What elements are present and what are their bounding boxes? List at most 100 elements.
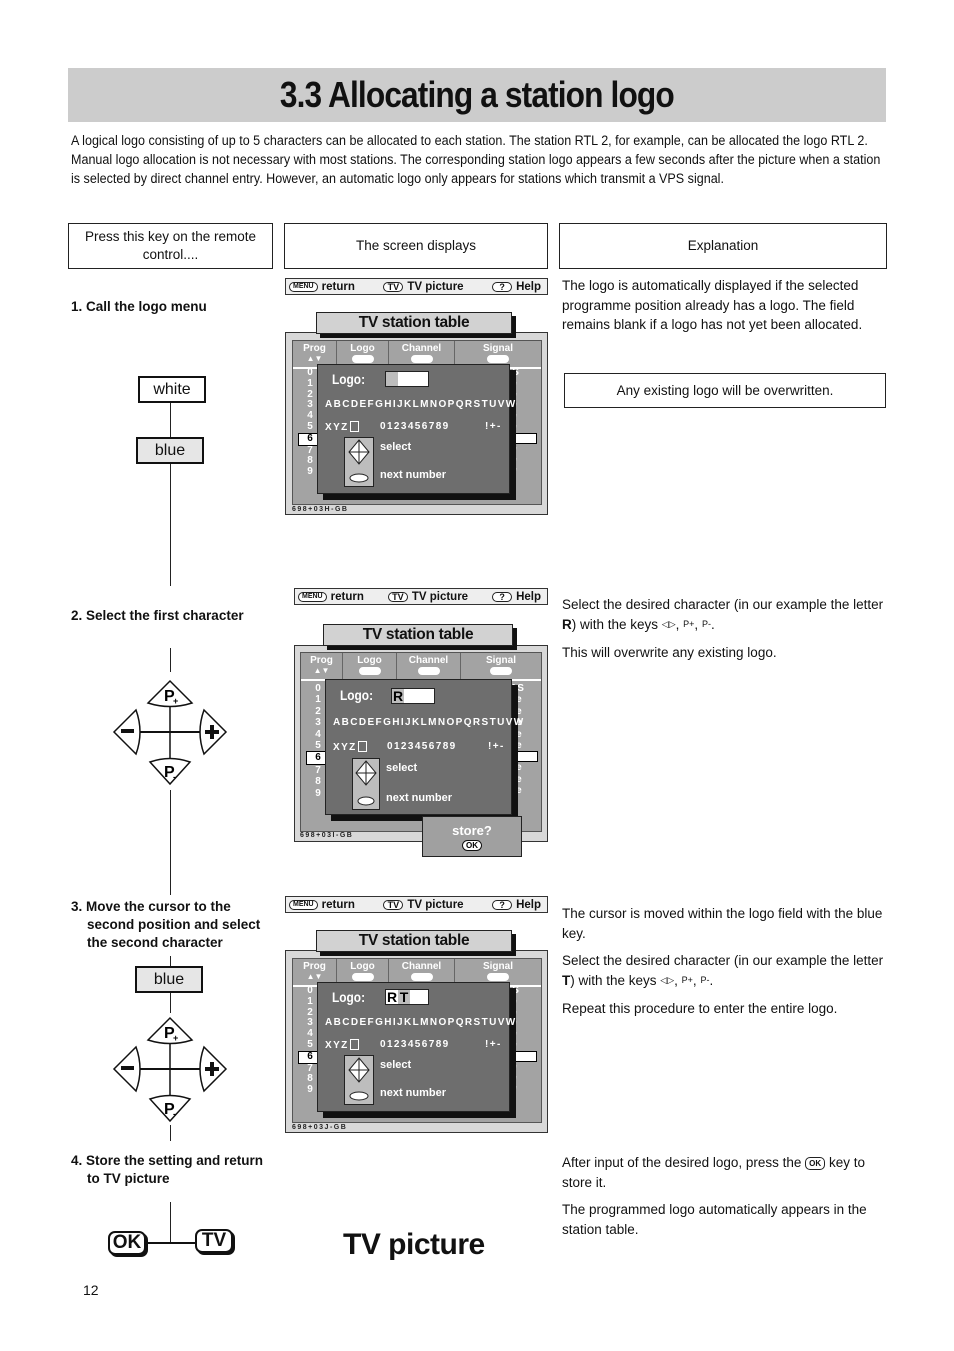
step-1-explanation-text: The logo is automatically displayed if t… [562,278,863,332]
connector-line [170,956,171,966]
step-3-title: 3. Move the cursor to the second positio… [71,898,260,952]
prog-arrows-icon: ▲▼ [306,972,323,981]
logo-label: Logo: [332,371,366,387]
alphabet-row[interactable]: ABCDEFGHIJKLMNOPQRSTUVW [325,399,517,410]
store-prompt: store? OK [422,816,522,857]
signal-key-icon [490,667,512,675]
connector-line [170,648,171,672]
help-key-icon: ? [492,281,513,292]
tv-picture-result: TV picture [343,1228,485,1261]
tv-picture-item[interactable]: TV TV picture [387,591,468,603]
digits-row[interactable]: 0123456789 [380,1039,450,1050]
help-item[interactable]: ? Help [492,281,541,293]
p-minus-key[interactable]: P- [148,757,192,786]
overwrite-text: This will overwrite any existing logo. [562,644,777,660]
logo-input-field[interactable]: R T [385,989,429,1005]
letters-xyz[interactable]: XYZ [325,422,349,433]
logo-char-rest [410,990,428,1004]
page-title-bar: 3.3 Allocating a station logo [68,68,886,122]
menu-key-icon: MENU [289,899,318,910]
page-number: 12 [83,1282,99,1298]
logo-input-field[interactable]: R [391,688,435,704]
next-number-hint: next number [386,792,453,804]
logo-char-rest [404,689,434,703]
minus-key[interactable] [112,708,141,756]
space-char-box[interactable] [349,1039,359,1050]
letters-xyz[interactable]: XYZ [333,742,357,753]
connector-line [170,1202,171,1244]
overwrite-note-box: Any existing logo will be overwritten. [564,373,886,408]
svg-text:-: - [173,772,176,782]
tv-key[interactable]: TV [195,1229,233,1253]
explanation-text: ) with the keys [571,616,659,632]
logo-label: Logo: [340,687,374,703]
station-table-title-text: TV station table [358,314,470,331]
col-channel-label: Channel [401,343,442,354]
blue-key[interactable]: blue [136,437,204,464]
signal-value: ne [510,785,522,797]
col-logo-label: Logo [357,655,382,666]
alphabet-row[interactable]: ABCDEFGHIJKLMNOPQRSTUVW [333,717,525,728]
symbols-row[interactable]: !+- [485,421,502,432]
logo-input-field[interactable] [385,371,429,387]
screen-code: 698+03I-GB [300,832,354,839]
alphabet-row[interactable]: ABCDEFGHIJKLMNOPQRSTUVW [325,1017,517,1028]
explanation-text: Select the desired character (in our exa… [562,597,884,612]
p-plus-key-icon: P+ [683,619,695,630]
column-header-explanation: Explanation [559,223,887,269]
col-signal: Signal [461,653,541,679]
help-item[interactable]: ? Help [492,899,541,911]
return-label: return [321,898,355,911]
intro-paragraph-1: A logical logo consisting of up to 5 cha… [71,133,868,148]
help-item[interactable]: ? Help [492,591,541,603]
ok-key-icon[interactable]: OK [462,840,482,851]
white-key-label: white [153,380,191,398]
digits-row[interactable]: 0123456789 [380,421,450,432]
signal-value-selected [510,751,538,763]
station-table-title-text: TV station table [362,626,474,643]
white-key[interactable]: white [138,376,206,403]
blue-key[interactable]: blue [135,966,203,993]
tv-picture-item[interactable]: TV TV picture [383,899,464,911]
signal-value: ne [510,705,522,717]
char-row-2: XYZ 0123456789 !+- [325,421,505,433]
help-key-icon: ? [492,591,513,602]
minus-key[interactable] [112,1045,141,1093]
explanation-text: ) with the keys [570,972,657,988]
plus-key[interactable] [199,708,228,756]
symbols-row[interactable]: !+- [485,1039,502,1050]
logo-key-icon [358,667,381,675]
step-4-explanation: After input of the desired logo, press t… [562,1153,884,1247]
return-item[interactable]: MENU return [289,281,355,293]
space-char-box[interactable] [349,421,359,432]
col-logo-label: Logo [350,961,375,972]
digits-row[interactable]: 0123456789 [387,741,457,752]
tv-menu-topbar: MENU return TV TV picture ? Help [294,588,548,605]
symbols-row[interactable]: !+- [488,741,505,752]
step-4-title-line: 4. Store the setting and return [71,1153,264,1168]
p-minus-key[interactable]: P- [148,1094,192,1123]
logo-char-rest [398,372,428,386]
letters-xyz[interactable]: XYZ [325,1040,349,1051]
tv-key-icon: TV [387,591,408,602]
p-plus-key[interactable]: P+ [146,1016,194,1045]
tv-picture-label: TV picture [407,280,464,293]
return-label: return [321,280,355,293]
help-label: Help [516,280,541,293]
logo-char: R [386,989,398,1005]
step-3-title-line: second position and select [87,917,261,932]
logo-label: Logo: [332,989,366,1005]
return-item[interactable]: MENU return [289,899,355,911]
space-char-box[interactable] [357,741,367,752]
return-item[interactable]: MENU return [298,591,364,603]
tv-picture-item[interactable]: TV TV picture [383,280,464,293]
plus-key[interactable] [199,1045,228,1093]
example-letter: R [562,616,572,632]
step-2-explanation-text: Select the desired character (in our exa… [562,595,884,635]
direction-keys-cross: P+ P- [112,679,228,786]
column-header-remote-label: Press this key on the remote control.... [84,229,257,262]
signal-value: ne [510,728,522,740]
p-plus-key[interactable]: P+ [146,679,194,708]
ok-key[interactable]: OK [108,1231,146,1255]
step-3-title-line: the second character [87,935,223,950]
